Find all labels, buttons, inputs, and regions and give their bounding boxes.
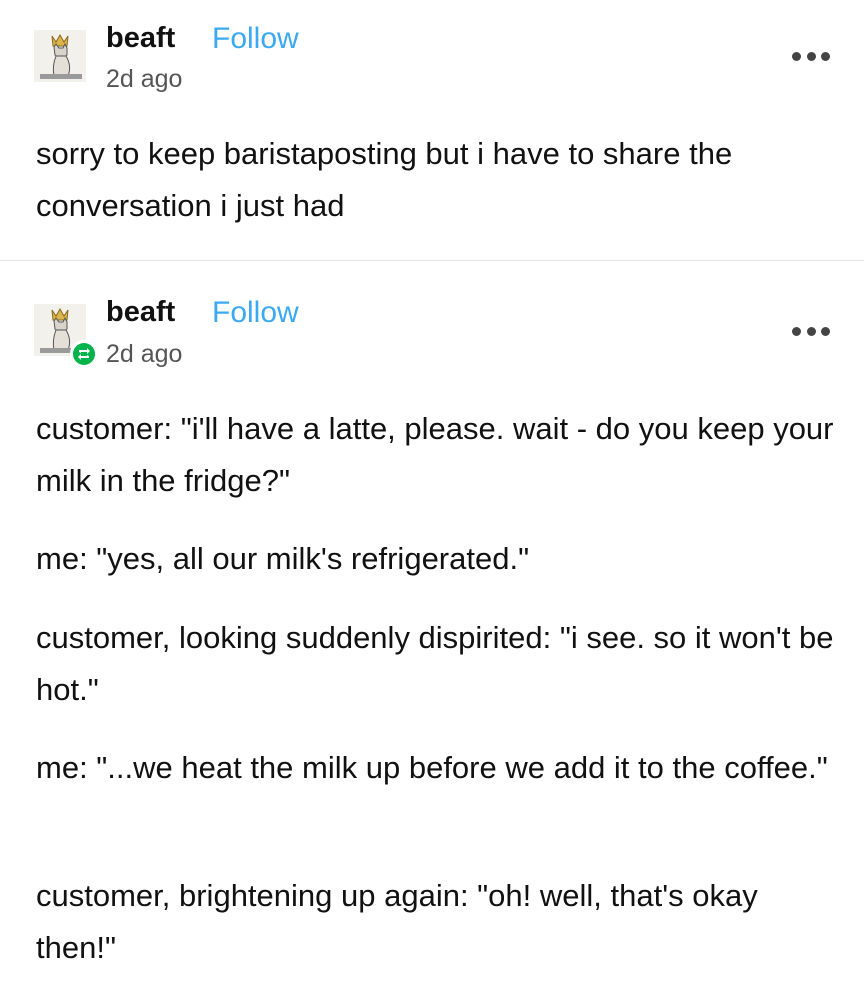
dot — [806, 326, 816, 336]
post-original: beaft Follow 2d ago sorry to keep barist… — [0, 0, 864, 260]
post-paragraph: sorry to keep baristaposting but i have … — [36, 136, 733, 223]
post-paragraph: me: "...we heat the milk up before we ad… — [36, 750, 828, 785]
dot — [792, 51, 801, 61]
post-paragraph: me: "yes, all our milk's refrigerated." — [36, 541, 530, 576]
post-body: sorry to keep baristaposting but i have … — [36, 128, 836, 232]
more-options-icon[interactable] — [792, 325, 830, 337]
post-paragraph: customer: "i'll have a latte, please. wa… — [36, 411, 834, 498]
post-paragraph: customer, brightening up again: "oh! wel… — [36, 878, 758, 965]
dot — [821, 326, 830, 336]
post-divider — [0, 260, 864, 261]
post-timestamp[interactable]: 2d ago — [106, 340, 182, 369]
more-options-icon[interactable] — [792, 50, 830, 62]
cat-with-crown-avatar-icon — [34, 30, 86, 82]
avatar[interactable] — [34, 30, 86, 82]
dot — [821, 51, 830, 61]
reblog-badge — [70, 340, 98, 368]
follow-button[interactable]: Follow — [212, 296, 299, 330]
post-reblog: beaft Follow 2d ago customer: "i'll have… — [0, 262, 864, 995]
post-username[interactable]: beaft — [106, 296, 175, 329]
post-paragraph: customer, looking suddenly dispirited: "… — [36, 620, 834, 707]
post-timestamp[interactable]: 2d ago — [106, 65, 182, 94]
post-username[interactable]: beaft — [106, 22, 175, 55]
avatar[interactable] — [34, 304, 98, 368]
follow-button[interactable]: Follow — [212, 22, 299, 56]
reblog-icon — [73, 343, 95, 365]
dot — [792, 326, 801, 336]
dot — [806, 51, 816, 61]
